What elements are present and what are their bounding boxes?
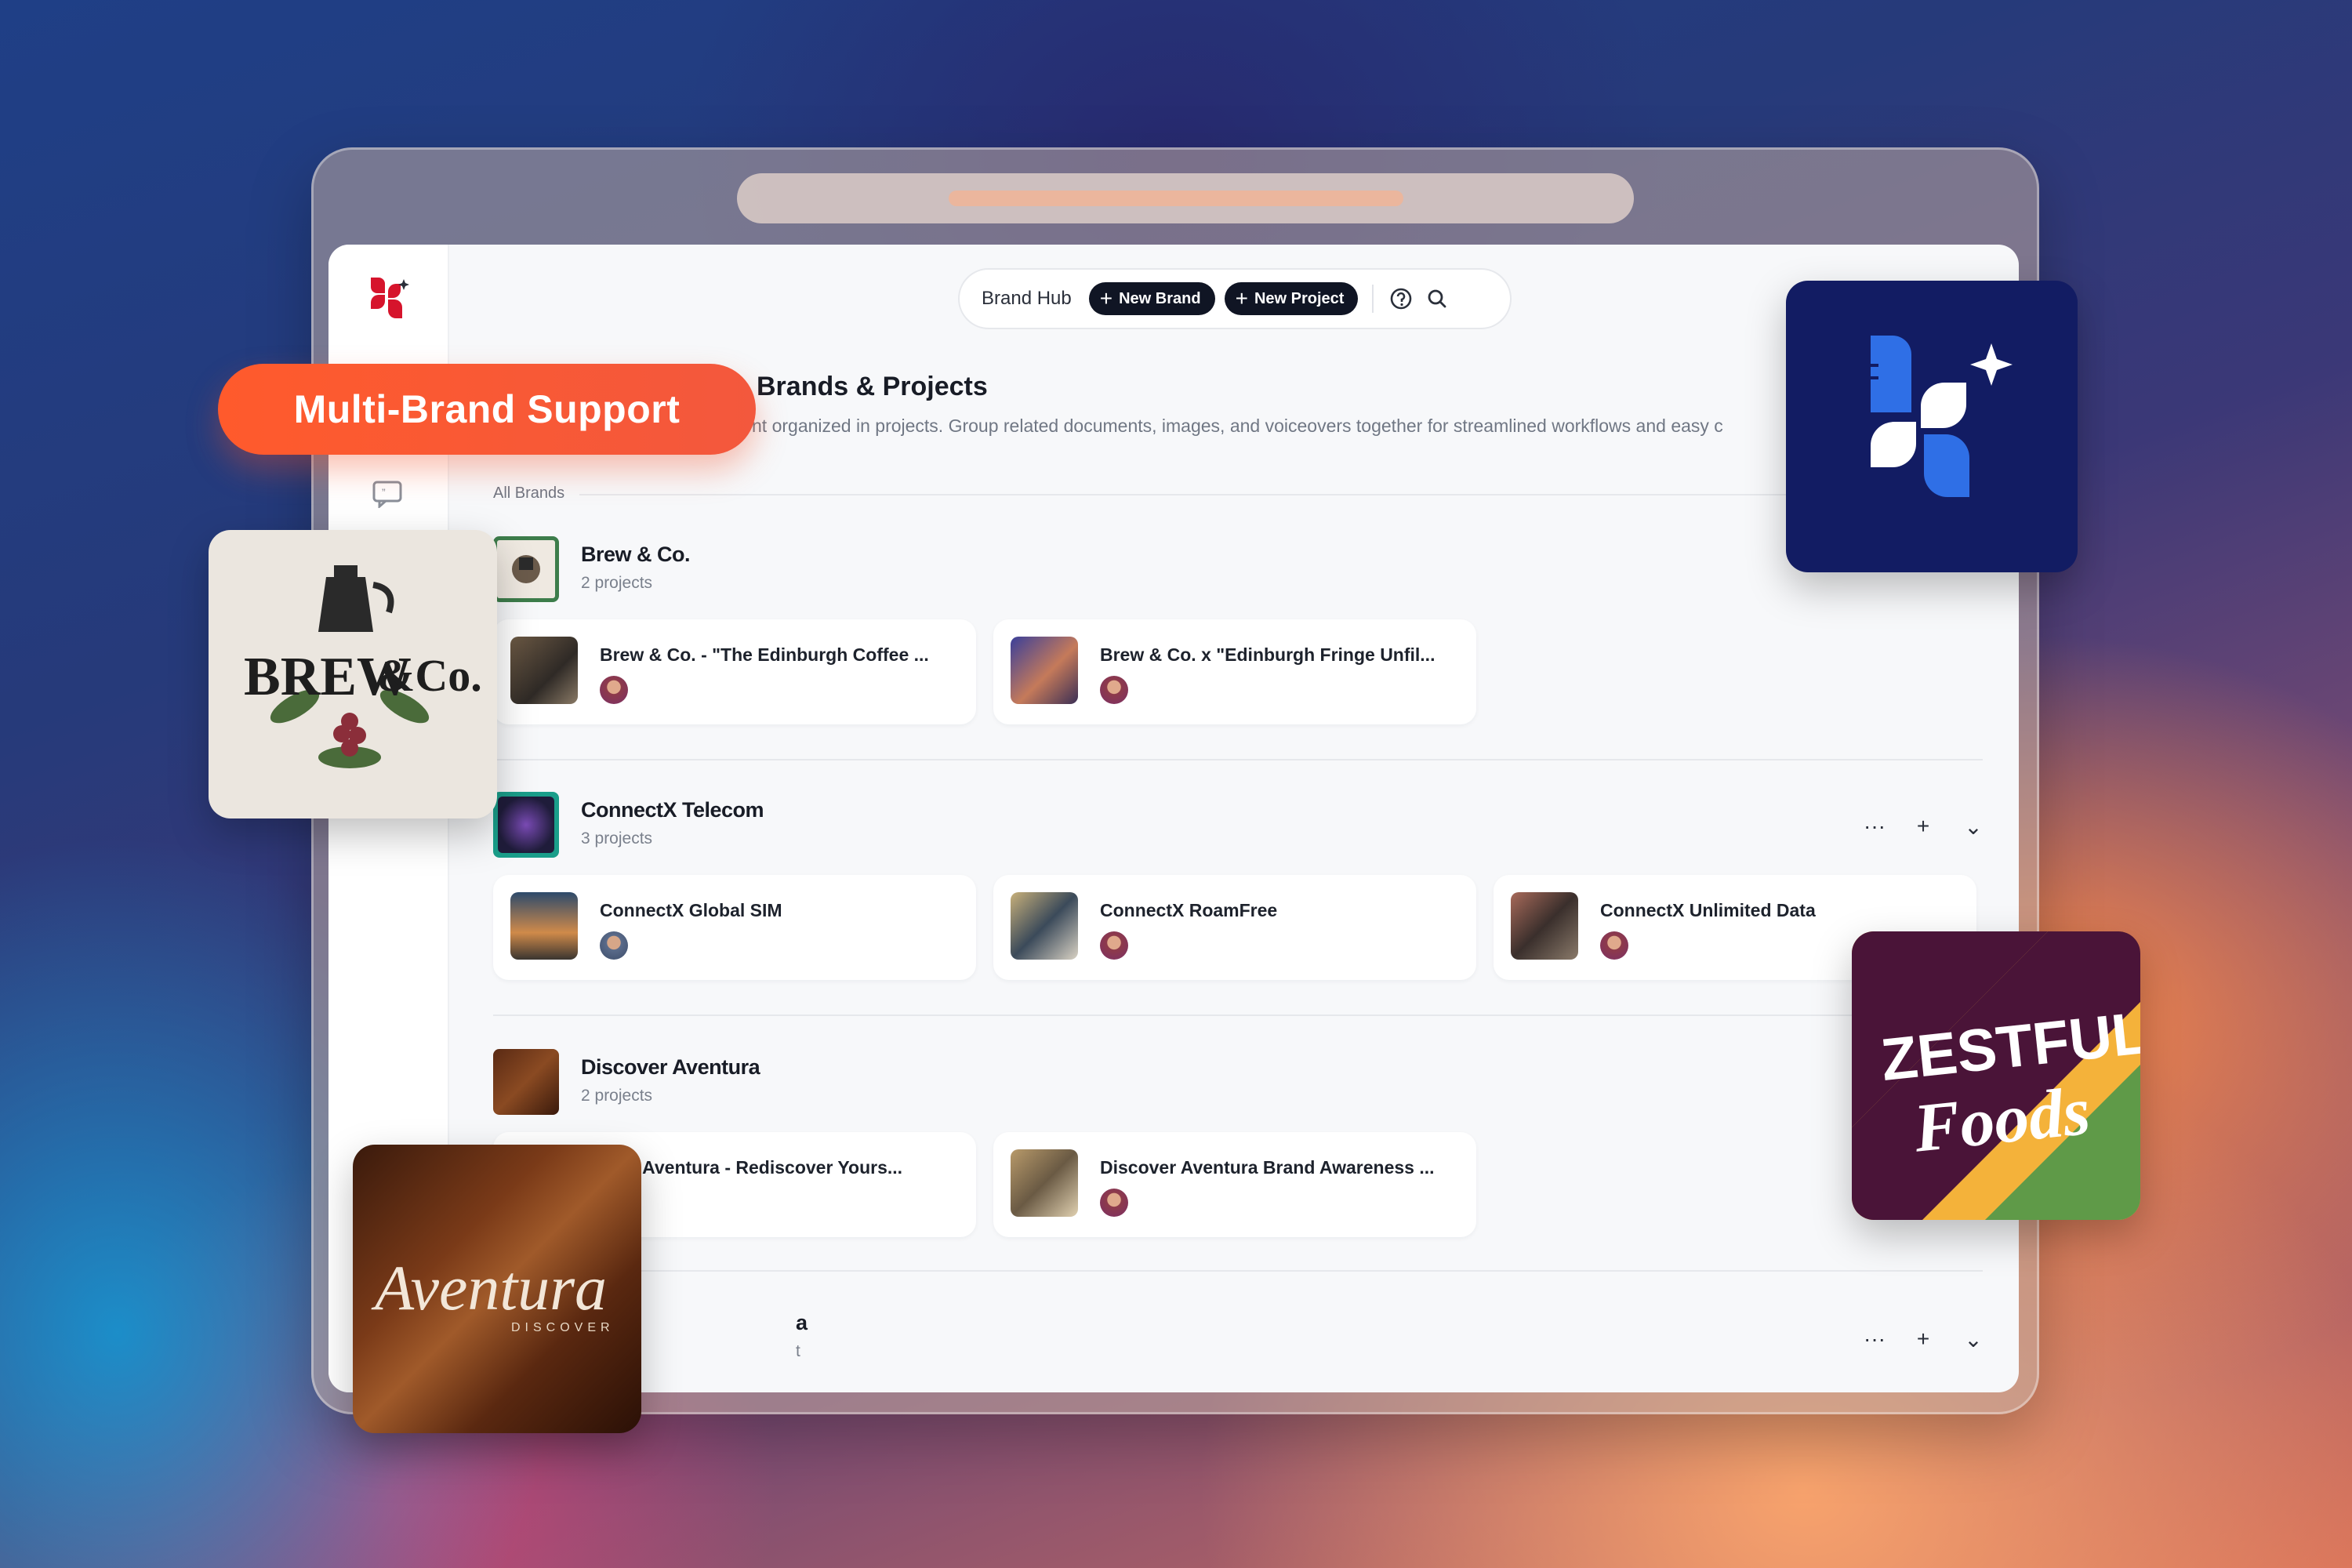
brand-thumbnail — [493, 536, 559, 602]
new-brand-button[interactable]: + New Brand — [1088, 282, 1215, 315]
new-project-button[interactable]: + New Project — [1224, 282, 1359, 315]
project-card[interactable]: Discover Aventura Brand Awareness ... — [993, 1132, 1476, 1237]
brand-actions: ··· + ⌄ — [1864, 814, 1983, 840]
section-label: All Brands — [493, 485, 565, 502]
toolbar-divider — [1372, 285, 1374, 313]
avatar — [1100, 676, 1128, 704]
project-count: 3 projects — [581, 829, 653, 848]
brand-divider — [493, 759, 1983, 760]
new-project-label: New Project — [1254, 289, 1345, 307]
project-title: Discover Aventura Brand Awareness ... — [1100, 1157, 1435, 1178]
project-title: ConnectX RoamFree — [1100, 900, 1278, 920]
project-thumbnail — [1011, 1149, 1078, 1217]
chevron-down-icon[interactable]: ⌄ — [1964, 1327, 1983, 1352]
project-title: ConnectX Global SIM — [600, 900, 782, 920]
project-card[interactable]: Brew & Co. x "Edinburgh Fringe Unfil... — [993, 619, 1476, 724]
app-logo-icon — [1871, 336, 2013, 497]
chevron-down-icon[interactable]: ⌄ — [1964, 814, 1983, 840]
project-count: 2 projects — [581, 574, 653, 592]
more-icon[interactable]: ··· — [1864, 1327, 1886, 1352]
app-icon-tile — [1786, 281, 2078, 572]
project-card[interactable]: ConnectX Global SIM — [493, 875, 976, 980]
brand-thumbnail — [493, 1049, 559, 1115]
zestful-foods-logo: ZESTFUL Foods — [1852, 931, 2140, 1220]
aventura-logo-tile: Aventura DISCOVER — [353, 1145, 641, 1433]
brand-name: Brew & Co. — [581, 543, 691, 566]
address-bar[interactable] — [737, 173, 1634, 223]
project-title: ConnectX Unlimited Data — [1600, 900, 1816, 920]
project-thumbnail — [1011, 637, 1078, 704]
address-bar-fill — [949, 191, 1403, 206]
avatar — [1600, 931, 1628, 960]
top-toolbar: Brand Hub + New Brand + New Project — [958, 268, 1512, 329]
new-brand-label: New Brand — [1119, 289, 1201, 307]
project-thumbnail — [1511, 892, 1578, 960]
project-card[interactable]: ConnectX RoamFree — [993, 875, 1476, 980]
avatar — [600, 676, 628, 704]
avatar — [600, 931, 628, 960]
aventura-sub: DISCOVER — [511, 1321, 615, 1334]
project-card[interactable]: Brew & Co. - "The Edinburgh Coffee ... — [493, 619, 976, 724]
project-count: t — [796, 1342, 800, 1360]
plus-icon: + — [1235, 286, 1248, 310]
brand-actions: ··· + ⌄ — [1864, 1327, 1983, 1352]
more-icon[interactable]: ··· — [1864, 814, 1886, 840]
page-description: nt organized in projects. Group related … — [752, 416, 1723, 436]
brand-divider — [493, 1270, 1983, 1272]
brand-name: ConnectX Telecom — [581, 798, 764, 822]
brand-name: Discover Aventura — [581, 1055, 760, 1079]
plus-icon[interactable]: + — [1914, 1327, 1933, 1352]
brew-line2: &Co. — [377, 650, 482, 701]
avatar — [1100, 1189, 1128, 1217]
zestful-foods-logo-tile: ZESTFUL Foods — [1852, 931, 2140, 1220]
brew-co-logo: BREW &Co. — [244, 565, 482, 768]
avatar — [1100, 931, 1128, 960]
plus-icon[interactable]: + — [1914, 814, 1933, 840]
brand-divider — [493, 1014, 1983, 1016]
chat-icon[interactable]: ” — [372, 480, 403, 508]
toolbar-title[interactable]: Brand Hub — [982, 288, 1072, 310]
aventura-title: Aventura — [371, 1252, 607, 1323]
project-thumbnail — [510, 892, 578, 960]
project-title: over Aventura - Rediscover Yours... — [600, 1157, 903, 1178]
project-title: Brew & Co. x "Edinburgh Fringe Unfil... — [1100, 644, 1436, 665]
page-title: Brands & Projects — [757, 372, 988, 401]
brand-logo-icon[interactable] — [368, 274, 412, 325]
brand-name: a — [796, 1311, 808, 1334]
svg-text:”: ” — [382, 486, 386, 499]
feature-badge: Multi-Brand Support — [218, 364, 756, 455]
plus-icon: + — [1099, 286, 1113, 310]
project-thumbnail — [510, 637, 578, 704]
brew-co-logo-tile: BREW &Co. — [209, 530, 497, 818]
project-title: Brew & Co. - "The Edinburgh Coffee ... — [600, 644, 929, 665]
project-thumbnail — [1011, 892, 1078, 960]
brand-thumbnail — [493, 792, 559, 858]
aventura-logo: Aventura DISCOVER — [371, 1252, 615, 1334]
search-icon[interactable] — [1424, 285, 1450, 312]
project-count: 2 projects — [581, 1087, 653, 1105]
help-icon[interactable] — [1388, 285, 1414, 312]
